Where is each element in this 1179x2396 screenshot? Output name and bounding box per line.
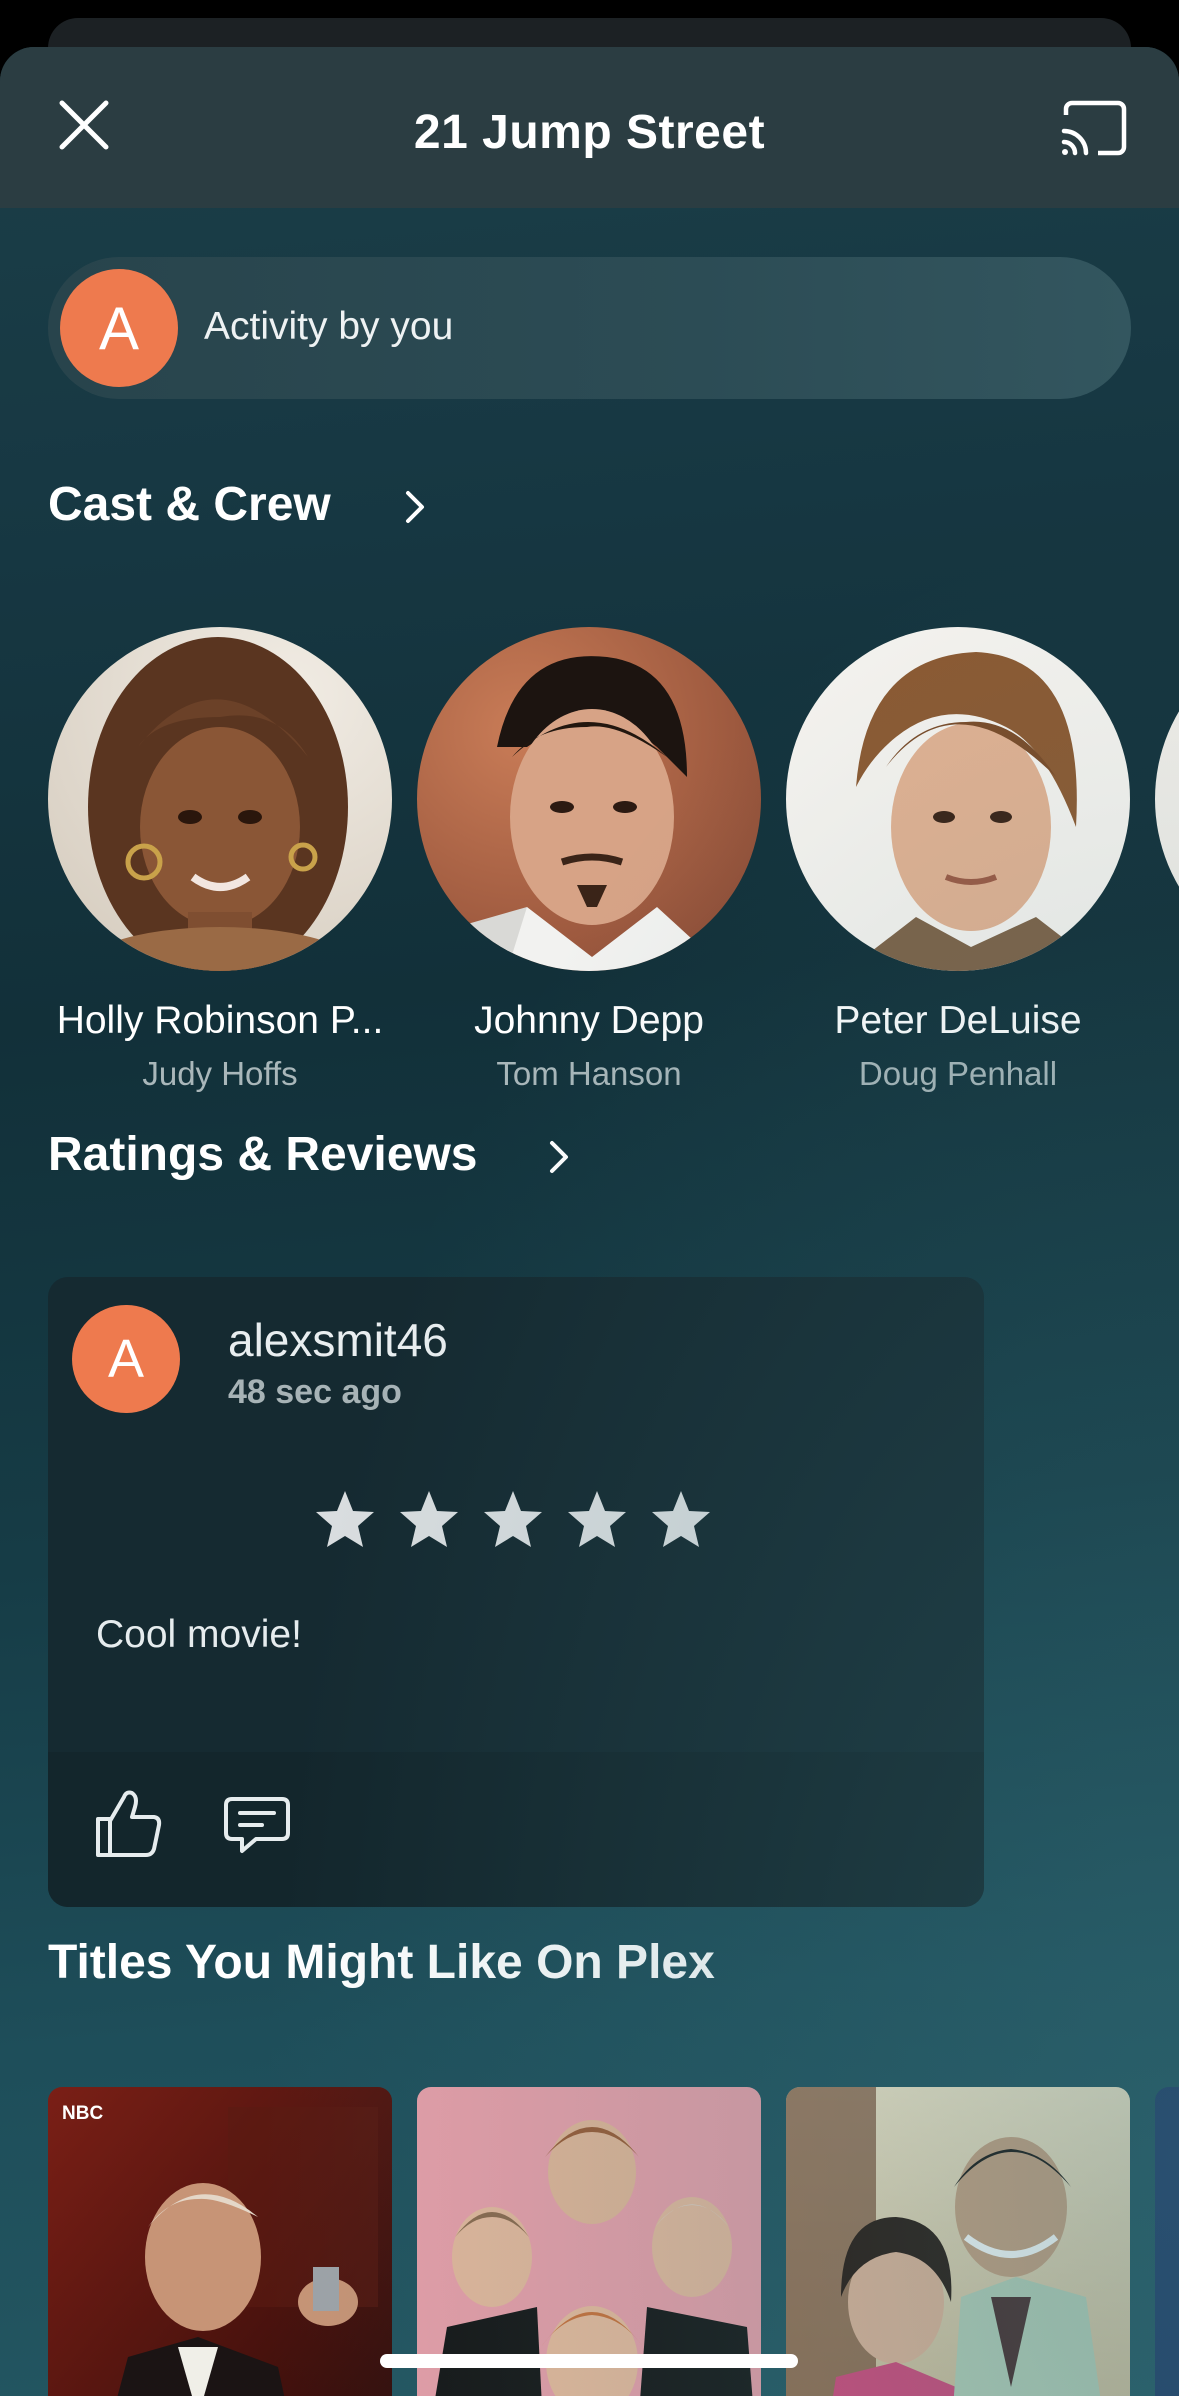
thumbs-up-icon (96, 1790, 162, 1857)
suggested-title-poster[interactable] (417, 2087, 761, 2396)
page-title: 21 Jump Street (413, 106, 766, 159)
chevron-right-icon[interactable] (400, 487, 430, 527)
star-icon (400, 1491, 458, 1547)
detail-sheet: 21 Jump Street A Activity by you Cast & … (0, 47, 1179, 2396)
star-icon (484, 1491, 542, 1547)
suggested-title-poster[interactable]: NBC (48, 2087, 392, 2396)
cast-role: Doug Penhall (858, 1055, 1058, 1092)
cast-photo-johnny[interactable] (417, 627, 761, 971)
cast-name: Johnny Depp (474, 999, 704, 1042)
star-icon (568, 1491, 626, 1547)
cast-name: Holly Robinson P... (56, 999, 384, 1042)
cast-photo-holly[interactable] (48, 627, 392, 971)
cast-crew-heading[interactable]: Cast & Crew (48, 477, 331, 532)
suggestions-heading: Titles You Might Like On Plex (48, 1936, 715, 1989)
cast-role: Judy Hoffs (142, 1055, 298, 1092)
cast-name: Peter DeLuise (834, 999, 1082, 1042)
cast-role: Tom Hanson (496, 1055, 682, 1092)
user-avatar: A (60, 269, 178, 387)
star-icon (652, 1491, 710, 1547)
cast-photo-peek[interactable] (1155, 627, 1179, 971)
reviewer-avatar[interactable]: A (72, 1305, 180, 1413)
reviewer-username[interactable]: alexsmit46 (228, 1313, 448, 1367)
review-timestamp: 48 sec ago (228, 1373, 402, 1411)
activity-by-you-button[interactable]: A Activity by you (48, 257, 1131, 399)
cast-button[interactable] (1058, 99, 1130, 161)
cast-photo-peter[interactable] (786, 627, 1130, 971)
star-icon (316, 1491, 374, 1547)
review-actions-bar (48, 1752, 984, 1907)
sheet-header: 21 Jump Street (0, 47, 1179, 208)
network-badge: NBC (62, 2103, 104, 2124)
star-rating (313, 1487, 713, 1551)
comment-button[interactable] (222, 1795, 292, 1857)
review-card[interactable]: A alexsmit46 48 sec ago Cool movie! (48, 1277, 984, 1907)
ratings-reviews-heading[interactable]: Ratings & Reviews (48, 1127, 477, 1182)
chevron-right-icon[interactable] (544, 1137, 574, 1177)
review-text: Cool movie! (96, 1613, 302, 1656)
cast-icon (1061, 100, 1127, 156)
suggested-title-poster-peek[interactable] (1155, 2087, 1179, 2396)
like-button[interactable] (90, 1785, 166, 1861)
suggested-title-poster[interactable] (786, 2087, 1130, 2396)
activity-label: Activity by you (204, 305, 454, 348)
home-indicator[interactable] (380, 2354, 798, 2368)
comment-icon (224, 1797, 290, 1853)
